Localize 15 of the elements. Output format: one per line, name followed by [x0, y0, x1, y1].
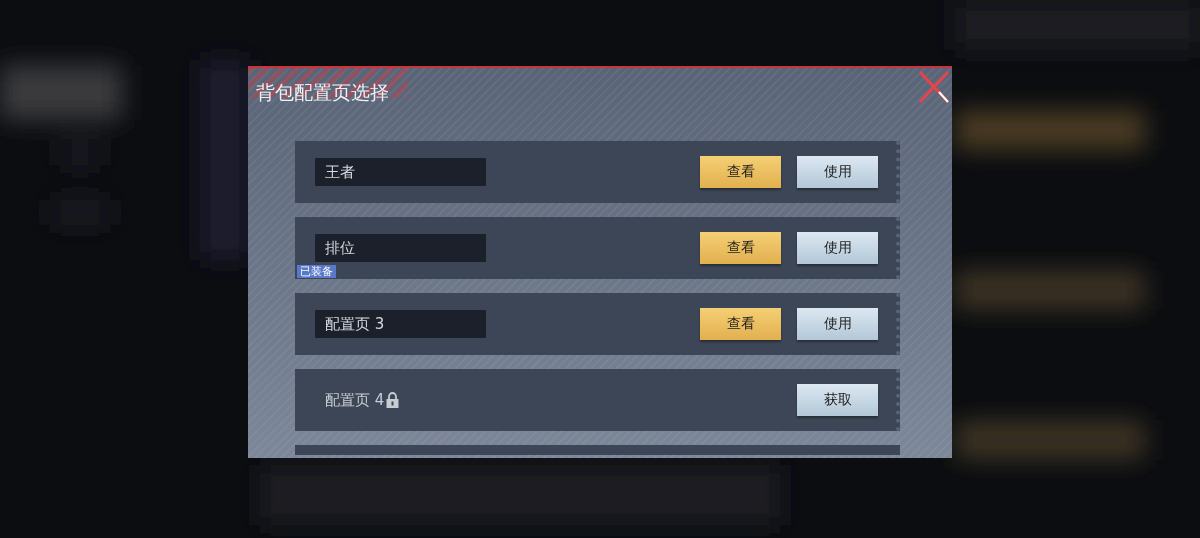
name-field[interactable]: 排位: [315, 234, 486, 262]
action-button[interactable]: 查看: [700, 308, 781, 340]
close-icon[interactable]: [918, 70, 950, 104]
name-field[interactable]: 王者: [315, 158, 486, 186]
name-field[interactable]: 配置页 3: [315, 310, 486, 338]
loadout-name: 配置页 4: [325, 390, 385, 410]
action-button[interactable]: 查看: [700, 156, 781, 188]
equipped-badge: 已装备: [297, 265, 336, 278]
action-button[interactable]: 查看: [700, 232, 781, 264]
lock-icon: [386, 392, 400, 408]
action-button[interactable]: 获取: [797, 384, 878, 416]
action-button[interactable]: 使用: [797, 232, 878, 264]
dialog-title: 背包配置页选择: [256, 81, 389, 103]
action-button[interactable]: 使用: [797, 308, 878, 340]
action-button[interactable]: 使用: [797, 156, 878, 188]
